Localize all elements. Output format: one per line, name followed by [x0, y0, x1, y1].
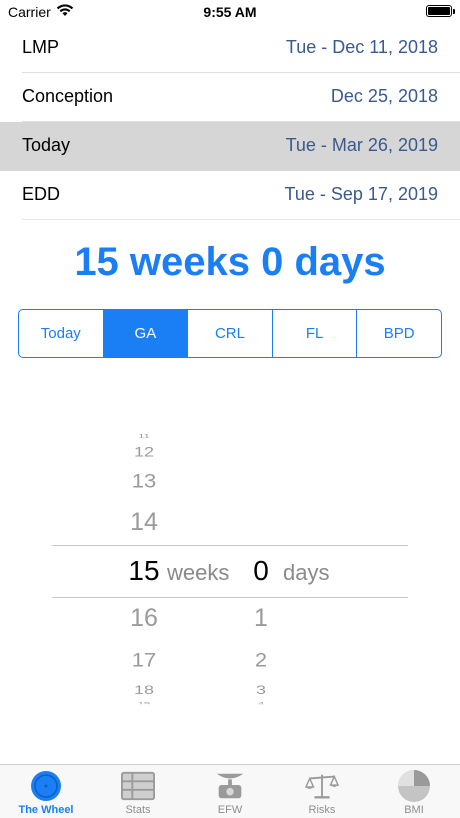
tab-risks[interactable]: Risks: [276, 765, 368, 818]
tab-the-wheel[interactable]: The Wheel: [0, 765, 92, 818]
picker-days-option[interactable]: 1: [236, 604, 286, 633]
picker-weeks-option[interactable]: 17: [112, 648, 176, 671]
battery-icon: [426, 5, 455, 17]
date-value: Tue - Sep 17, 2019: [284, 184, 438, 204]
picker-days-selected[interactable]: 0: [236, 555, 286, 587]
tab-label: The Wheel: [18, 804, 74, 816]
date-row-lmp[interactable]: LMP Tue - Dec 11, 2018: [22, 24, 460, 73]
date-row-conception[interactable]: Conception Dec 25, 2018: [22, 73, 460, 122]
tab-bar: The Wheel Stats EFW Risks BMI: [0, 764, 460, 818]
segment-crl[interactable]: CRL: [188, 310, 273, 357]
gestational-age-result: 15 weeks 0 days: [74, 240, 386, 284]
picker-days-option[interactable]: 4: [236, 702, 286, 704]
tab-efw[interactable]: EFW: [184, 765, 276, 818]
segment-fl[interactable]: FL: [273, 310, 358, 357]
tab-stats[interactable]: Stats: [92, 765, 184, 818]
tab-label: Risks: [308, 804, 336, 816]
segment-bpd[interactable]: BPD: [357, 310, 441, 357]
picker-selection-bottom-line: [52, 597, 408, 598]
date-row-edd[interactable]: EDD Tue - Sep 17, 2019: [22, 171, 460, 220]
date-value: Tue - Mar 26, 2019: [285, 135, 438, 155]
date-value: Tue - Dec 11, 2018: [285, 37, 438, 57]
picker-days-option[interactable]: 3: [236, 684, 286, 698]
segment-today[interactable]: Today: [19, 310, 104, 357]
picker-weeks-option[interactable]: 16: [112, 604, 176, 633]
picker-weeks-option[interactable]: 14: [112, 508, 176, 537]
tab-label: Stats: [125, 804, 151, 816]
picker-days-option[interactable]: 2: [236, 648, 286, 671]
picker-weeks-option[interactable]: 11: [112, 434, 176, 438]
picker-weeks-option[interactable]: 13: [112, 469, 176, 492]
picker-selection-top-line: [52, 545, 408, 546]
date-label: EDD: [22, 184, 61, 204]
status-bar: Carrier 9:55 AM: [0, 0, 460, 24]
weeks-days-picker[interactable]: 11 12 13 14 15 16 17 18 19 weeks days 0 …: [0, 430, 460, 710]
segment-ga[interactable]: GA: [103, 310, 189, 357]
date-label: Conception: [22, 86, 114, 106]
date-label: Today: [22, 135, 71, 155]
pie-icon: [397, 770, 431, 802]
tab-bmi[interactable]: BMI: [368, 765, 460, 818]
picker-weeks-unit: weeks: [167, 560, 230, 585]
date-list: LMP Tue - Dec 11, 2018 Conception Dec 25…: [0, 24, 460, 220]
mode-segmented-control: Today GA CRL FL BPD: [18, 309, 442, 358]
stats-icon: [121, 770, 155, 802]
status-time: 9:55 AM: [203, 4, 257, 20]
picker-weeks-option[interactable]: 12: [112, 445, 176, 461]
tab-label: BMI: [404, 804, 424, 816]
picker-weeks-option[interactable]: 19: [112, 702, 176, 704]
balance-icon: [305, 770, 339, 802]
date-label: LMP: [22, 37, 60, 57]
date-value: Dec 25, 2018: [330, 86, 438, 106]
date-row-today[interactable]: Today Tue - Mar 26, 2019: [0, 122, 460, 171]
wheel-icon: [29, 770, 63, 802]
tab-label: EFW: [217, 804, 243, 816]
picker-weeks-option[interactable]: 18: [112, 684, 176, 698]
picker-days-unit: days: [283, 560, 330, 585]
scale-icon: [213, 770, 247, 802]
